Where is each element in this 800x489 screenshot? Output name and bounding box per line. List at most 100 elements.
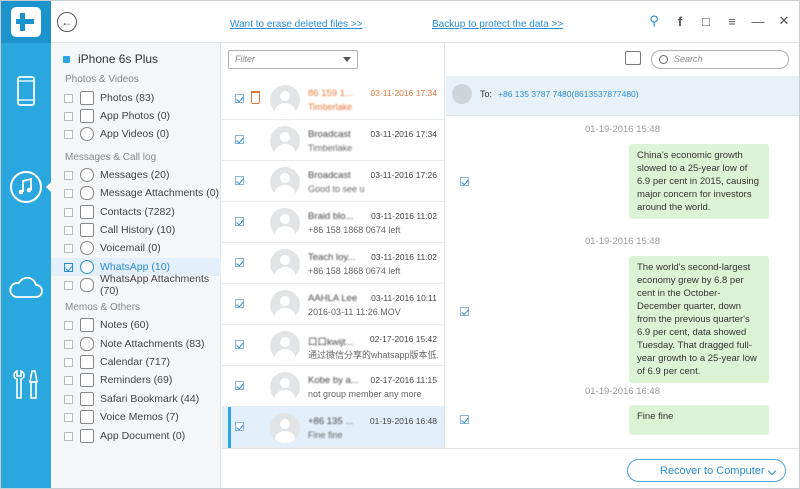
list-item-selected[interactable]: +86 135 ... 01-19-2016 16:48 Fine fine xyxy=(222,407,444,448)
message-bubble: Fine fine xyxy=(629,405,769,435)
facebook-icon[interactable]: f xyxy=(673,13,687,29)
checkbox[interactable] xyxy=(64,129,73,139)
attachment-icon xyxy=(80,337,94,351)
message-timestamp: 01-19-2016 15:48 xyxy=(584,124,660,135)
list-item[interactable]: Broadcast 03-11-2016 17:34 Timberlake xyxy=(222,120,444,161)
category-label: Photos (83) xyxy=(100,92,155,104)
message-timestamp: 01-19-2016 15:48 xyxy=(584,236,660,247)
category-app-document[interactable]: App Document (0) xyxy=(51,427,221,445)
checkbox[interactable] xyxy=(64,280,73,290)
message-checkbox[interactable] xyxy=(460,415,469,424)
nav-tools-icon[interactable] xyxy=(1,359,51,409)
checkbox[interactable] xyxy=(64,188,73,198)
checkbox[interactable] xyxy=(64,431,73,441)
search-input[interactable]: Search xyxy=(651,50,789,69)
category-note-attachments[interactable]: Note Attachments (83) xyxy=(51,335,221,353)
back-arrow-icon[interactable]: ← xyxy=(57,12,77,32)
list-item[interactable]: Kobe by a... 02-17-2016 11:15 not group … xyxy=(222,366,444,407)
category-voicemail[interactable]: Voicemail (0) xyxy=(51,239,221,257)
checkbox[interactable] xyxy=(64,111,73,121)
checkbox[interactable] xyxy=(64,320,73,330)
checkbox[interactable] xyxy=(64,357,73,367)
messages-icon xyxy=(80,168,94,182)
menu-icon[interactable]: ≡ xyxy=(725,13,739,29)
checkbox-checked[interactable] xyxy=(235,135,244,144)
message-preview: Timberlake xyxy=(308,102,353,112)
checkbox-checked[interactable] xyxy=(235,422,244,431)
category-messages[interactable]: Messages (20) xyxy=(51,166,221,184)
avatar xyxy=(270,413,300,443)
avatar xyxy=(270,85,300,115)
checkbox[interactable] xyxy=(64,339,73,349)
message-timestamp: 01-19-2016 16:48 xyxy=(584,386,660,397)
category-reminders[interactable]: Reminders (69) xyxy=(51,371,221,389)
category-call-history[interactable]: Call History (10) xyxy=(51,221,221,239)
checkbox[interactable] xyxy=(64,375,73,385)
print-icon[interactable] xyxy=(625,51,641,65)
device-checkbox[interactable] xyxy=(63,55,70,63)
checkbox[interactable] xyxy=(64,207,73,217)
app-photos-icon xyxy=(80,109,94,123)
recover-to-computer-button[interactable]: Recover to Computer xyxy=(627,459,786,482)
voicemail-icon xyxy=(80,241,94,255)
list-item[interactable]: 口口kwijt... 02-17-2016 15:42 通过微信分享的whats… xyxy=(222,325,444,366)
category-label: Reminders (69) xyxy=(100,374,173,386)
contacts-icon xyxy=(80,205,94,219)
list-item[interactable]: AAHLA Lee 03-11-2016 10:11 2016-03-11 11… xyxy=(222,284,444,325)
photos-icon xyxy=(80,91,94,105)
category-notes[interactable]: Notes (60) xyxy=(51,316,221,334)
category-photos[interactable]: Photos (83) xyxy=(51,89,221,107)
backup-link[interactable]: Backup to protect the data >> xyxy=(432,19,563,30)
category-label: Voice Memos (7) xyxy=(100,411,179,423)
checkbox-checked[interactable] xyxy=(64,262,73,272)
category-calendar[interactable]: Calendar (717) xyxy=(51,353,221,371)
chat-detail-pane: Search To: +86 135 3787 7480(86135378774… xyxy=(446,43,799,448)
contact-name: 口口kwijt... xyxy=(308,337,354,348)
message-preview: +86 158 1868 0674 left xyxy=(308,225,401,235)
app-logo-icon xyxy=(1,1,51,43)
conversation-list: Filter 86 159 1... 03-11-2016 17:34 Timb… xyxy=(222,43,445,448)
message-checkbox[interactable] xyxy=(460,177,469,186)
to-label: To: xyxy=(480,89,493,99)
checkbox[interactable] xyxy=(64,412,73,422)
list-item[interactable]: Braid blo... 03-11-2016 11:02 +86 158 18… xyxy=(222,202,444,243)
avatar xyxy=(270,331,300,361)
checkbox-checked[interactable] xyxy=(235,94,244,103)
list-item[interactable]: Teach loy... 03-11-2016 11:02 +86 158 18… xyxy=(222,243,444,284)
category-voice-memos[interactable]: Voice Memos (7) xyxy=(51,408,221,426)
feedback-icon[interactable]: □ xyxy=(699,13,713,29)
nav-cloud-icon[interactable] xyxy=(1,263,51,313)
category-app-photos[interactable]: App Photos (0) xyxy=(51,107,221,125)
attachment-icon xyxy=(80,186,94,200)
category-app-videos[interactable]: App Videos (0) xyxy=(51,125,221,143)
category-whatsapp-attachments[interactable]: WhatsApp Attachments (70) xyxy=(51,273,221,297)
contact-name: 86 159 1... xyxy=(308,88,353,99)
category-contacts[interactable]: Contacts (7282) xyxy=(51,203,221,221)
key-icon[interactable]: ⚲ xyxy=(647,13,661,29)
checkbox-checked[interactable] xyxy=(235,217,244,226)
message-preview: 2016-03-11 11:26.MOV xyxy=(308,307,401,317)
avatar xyxy=(270,126,300,156)
checkbox-checked[interactable] xyxy=(235,381,244,390)
filter-dropdown[interactable]: Filter xyxy=(228,50,358,69)
checkbox-checked[interactable] xyxy=(235,299,244,308)
nav-phone-icon[interactable] xyxy=(1,66,51,116)
checkbox[interactable] xyxy=(64,93,73,103)
close-icon[interactable]: ✕ xyxy=(777,13,791,29)
checkbox-checked[interactable] xyxy=(235,258,244,267)
erase-files-link[interactable]: Want to erase deleted files >> xyxy=(230,19,363,30)
checkbox-checked[interactable] xyxy=(235,176,244,185)
category-safari-bookmark[interactable]: Safari Bookmark (44) xyxy=(51,390,221,408)
checkbox-checked[interactable] xyxy=(235,340,244,349)
checkbox[interactable] xyxy=(64,243,73,253)
checkbox[interactable] xyxy=(64,225,73,235)
checkbox[interactable] xyxy=(64,394,73,404)
notes-icon xyxy=(80,318,94,332)
nav-music-icon[interactable] xyxy=(1,162,52,212)
list-item[interactable]: 86 159 1... 03-11-2016 17:34 Timberlake xyxy=(222,79,444,120)
category-message-attachments[interactable]: Message Attachments (0) xyxy=(51,184,221,202)
list-item[interactable]: Broadcast 03-11-2016 17:26 Good to see u xyxy=(222,161,444,202)
checkbox[interactable] xyxy=(64,170,73,180)
minimize-icon[interactable]: — xyxy=(751,13,765,29)
message-checkbox[interactable] xyxy=(460,307,469,316)
